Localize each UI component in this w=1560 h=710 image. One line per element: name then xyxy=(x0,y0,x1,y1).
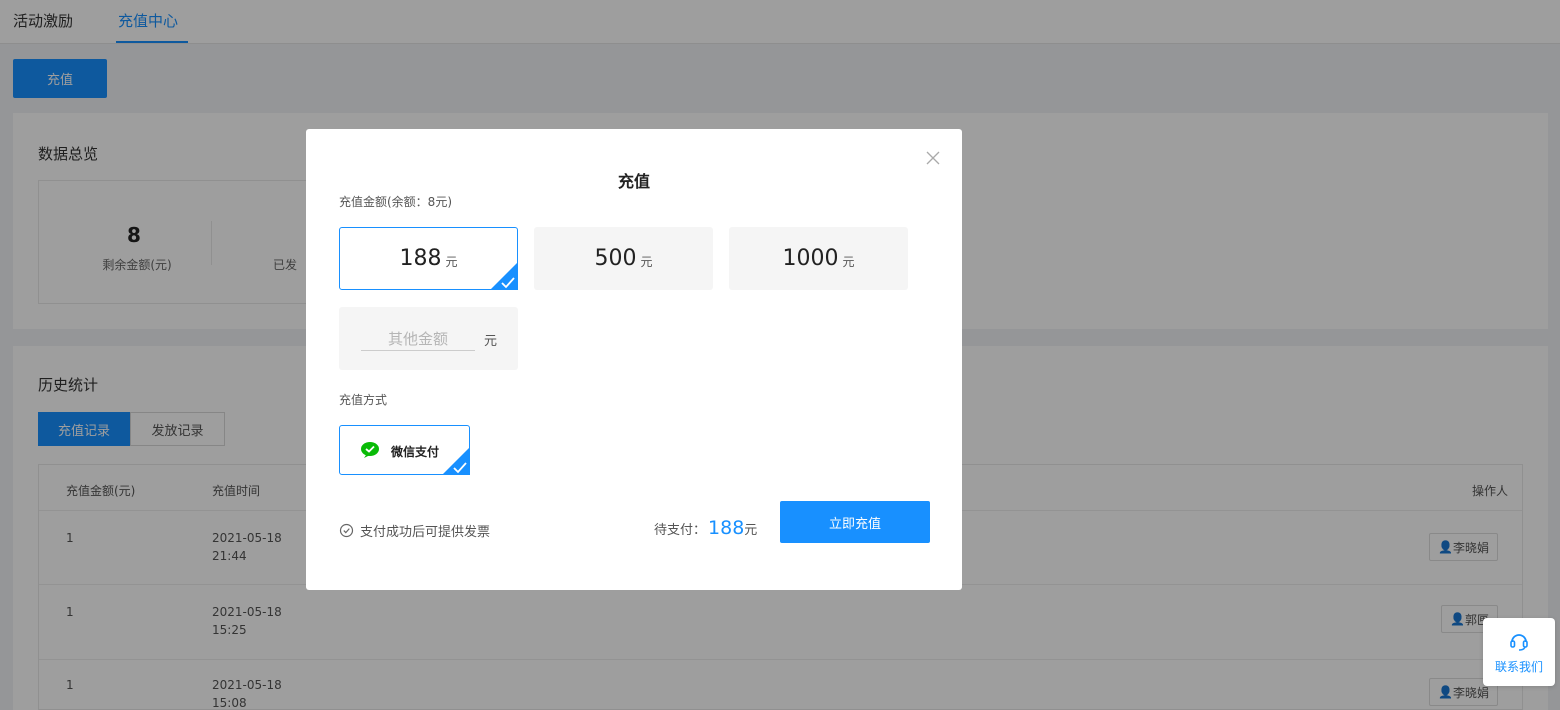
pending-payment: 待支付： 188 元 xyxy=(654,517,757,539)
amount-unit: 元 xyxy=(640,255,653,269)
amount-option-1000[interactable]: 1000 元 xyxy=(729,227,908,290)
other-amount-unit: 元 xyxy=(484,334,498,349)
amount-unit: 元 xyxy=(842,255,855,269)
contact-us-label: 联系我们 xyxy=(1494,660,1543,674)
amount-option-188[interactable]: 188 元 xyxy=(339,227,518,290)
check-circle-icon xyxy=(339,523,354,538)
wechat-pay-label: 微信支付 xyxy=(391,445,440,459)
recharge-modal: 充值 充值金额(余额：8元) 188 元 500 元 1000 元 元 充值方式… xyxy=(306,129,962,590)
other-amount-input[interactable] xyxy=(361,327,475,351)
pending-unit: 元 xyxy=(744,523,758,538)
modal-title: 充值 xyxy=(617,172,650,191)
amount-value: 1000 xyxy=(782,246,839,271)
amount-unit: 元 xyxy=(445,255,458,269)
amount-value: 188 xyxy=(399,246,442,271)
invoice-note-text: 支付成功后可提供发票 xyxy=(360,525,491,540)
selected-check-icon xyxy=(490,262,518,290)
pay-now-button[interactable]: 立即充值 xyxy=(780,501,930,543)
pending-label: 待支付： xyxy=(654,523,707,538)
selected-check-icon xyxy=(442,447,470,475)
contact-us-button[interactable]: 联系我们 xyxy=(1483,618,1555,686)
headset-icon xyxy=(1510,634,1528,651)
pending-amount: 188 xyxy=(708,517,745,539)
payment-method-label: 充值方式 xyxy=(339,393,388,407)
wechat-icon xyxy=(361,442,379,458)
amount-option-500[interactable]: 500 元 xyxy=(534,227,713,290)
other-amount-box: 元 xyxy=(339,307,518,370)
close-icon[interactable] xyxy=(923,148,943,168)
wechat-pay-option[interactable]: 微信支付 xyxy=(339,425,470,475)
amount-label: 充值金额(余额：8元) xyxy=(339,195,452,209)
amount-value: 500 xyxy=(594,246,637,271)
invoice-note: 支付成功后可提供发票 xyxy=(339,521,490,540)
